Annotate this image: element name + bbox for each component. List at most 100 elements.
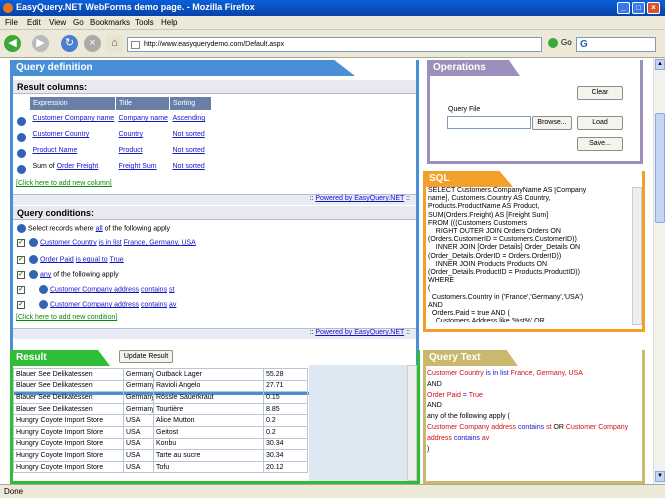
back-icon[interactable]: ◀	[4, 35, 21, 52]
result-cell: Geitost	[153, 425, 264, 439]
maximize-button[interactable]: □	[632, 2, 645, 14]
condition-menu-icon[interactable]	[39, 300, 48, 309]
close-button[interactable]: ×	[647, 2, 660, 14]
result-cell: 20.12	[263, 460, 308, 474]
menu-bookmarks[interactable]: Bookmarks	[90, 18, 130, 27]
condition-menu-icon[interactable]	[29, 238, 38, 247]
minimize-button[interactable]: _	[617, 2, 630, 14]
column-sorting[interactable]: Not sorted	[173, 163, 205, 170]
load-button[interactable]: Load	[577, 116, 623, 130]
column-row: Customer Country Country Not sorted	[30, 127, 212, 143]
result-scrollbar[interactable]	[407, 365, 417, 481]
scroll-down-icon[interactable]: ▼	[655, 471, 665, 482]
powered-by-link[interactable]: Powered by EasyQuery.NET	[315, 195, 404, 202]
condition-root: Select records where all of the followin…	[17, 224, 170, 233]
search-input[interactable]: G	[576, 37, 656, 52]
clear-button[interactable]: Clear	[577, 86, 623, 100]
query-text-panel: Query Text Customer Country is in list F…	[423, 350, 645, 484]
column-expression[interactable]: Order Freight	[57, 163, 99, 170]
query-text-fragment: OR	[551, 423, 566, 431]
menu-help[interactable]: Help	[161, 18, 177, 27]
column-expression[interactable]: Customer Country	[33, 131, 90, 138]
column-sorting[interactable]: Not sorted	[173, 147, 205, 154]
menu-edit[interactable]: Edit	[27, 18, 41, 27]
query-text-fragment: av	[481, 434, 490, 442]
result-cell: 0.2	[263, 414, 308, 427]
enabled-checkbox[interactable]: ✓	[17, 285, 25, 294]
result-cell: Hungry Coyote Import Store	[13, 460, 124, 474]
condition-menu-icon[interactable]	[29, 270, 38, 279]
column-menu-icon[interactable]	[17, 117, 26, 126]
scroll-thumb[interactable]	[655, 113, 665, 223]
column-expression[interactable]: Customer Company name	[33, 115, 115, 122]
result-cell: Rössle Sauerkraut	[153, 391, 264, 404]
column-header: Title	[115, 96, 170, 111]
url-input[interactable]: http://www.easyquerydemo.com/Default.asp…	[127, 37, 542, 52]
add-condition-link[interactable]: [Click here to add new condition]	[16, 314, 117, 321]
column-title[interactable]: Product	[119, 147, 143, 154]
forward-icon[interactable]: ▶	[32, 35, 49, 52]
column-menu-icon[interactable]	[17, 149, 26, 158]
browse-button[interactable]: Browse...	[532, 116, 572, 130]
result-cell: Konbu	[153, 437, 264, 451]
firefox-icon	[3, 3, 13, 13]
column-title[interactable]: Country	[119, 131, 144, 138]
query-file-input[interactable]	[447, 116, 531, 129]
query-text-fragment: )	[427, 445, 430, 453]
result-cell: Blauer See Delikatessen	[13, 402, 124, 416]
column-row: Customer Company name Company name Ascen…	[30, 111, 212, 127]
enabled-checkbox[interactable]: ✓	[17, 238, 25, 247]
stop-icon[interactable]: ×	[84, 35, 101, 52]
column-sorting[interactable]: Not sorted	[173, 131, 205, 138]
query-text-fragment: any of the following apply (	[427, 413, 510, 421]
sql-scrollbar[interactable]	[632, 187, 642, 325]
result-cell: Tofu	[153, 460, 264, 474]
query-text-body: Customer Country is in list France, Germ…	[427, 369, 637, 455]
scroll-up-icon[interactable]: ▲	[655, 59, 665, 70]
save-button[interactable]: Save...	[577, 137, 623, 151]
enabled-checkbox[interactable]: ✓	[17, 270, 25, 279]
window-titlebar: EasyQuery.NET WebForms demo page. - Mozi…	[0, 0, 665, 16]
result-cell: USA	[123, 449, 154, 462]
column-menu-icon[interactable]	[17, 165, 26, 174]
powered-by-bar: :: Powered by EasyQuery.NET ::	[13, 328, 416, 339]
result-cell: 0.15	[263, 391, 308, 404]
result-row: Blauer See Delikatessen Germany Rössle Sau…	[13, 391, 308, 404]
column-title[interactable]: Freight Sum	[119, 163, 157, 170]
menu-tools[interactable]: Tools	[135, 18, 154, 27]
result-cell: Hungry Coyote Import Store	[13, 449, 124, 462]
menu-file[interactable]: File	[5, 18, 18, 27]
home-icon[interactable]: ⌂	[106, 35, 123, 52]
query-definition-header: Query definition	[10, 60, 355, 76]
sql-textarea[interactable]: SELECT Customers.CompanyName AS [Company…	[428, 187, 630, 322]
result-cell: Tourtière	[153, 402, 264, 416]
column-menu-icon[interactable]	[17, 133, 26, 142]
sql-header: SQL	[423, 171, 513, 187]
menu-go[interactable]: Go	[73, 18, 84, 27]
powered-by-link[interactable]: Powered by EasyQuery.NET	[315, 329, 404, 336]
powered-by-bar: :: Powered by EasyQuery.NET ::	[13, 194, 416, 205]
column-title[interactable]: Company name	[119, 115, 168, 122]
condition-menu-icon[interactable]	[17, 224, 26, 233]
query-text-fragment: True	[468, 391, 483, 399]
go-button[interactable]: Go	[548, 38, 572, 48]
result-cell: Germany	[123, 379, 154, 393]
menu-view[interactable]: View	[49, 18, 66, 27]
reload-icon[interactable]: ↻	[61, 35, 78, 52]
query-text-fragment: contains	[451, 434, 482, 442]
enabled-checkbox[interactable]: ✓	[17, 255, 25, 264]
column-sorting[interactable]: Ascending	[173, 115, 206, 122]
go-icon	[548, 38, 558, 48]
link-type-all[interactable]: all	[96, 225, 103, 232]
column-expression[interactable]: Product Name	[33, 147, 78, 154]
update-result-button[interactable]: Update Result	[119, 350, 173, 363]
page-scrollbar[interactable]: ▲ ▼	[653, 58, 665, 484]
result-cell: Ravioli Angelo	[153, 379, 264, 393]
condition-menu-icon[interactable]	[29, 255, 38, 264]
add-column-link[interactable]: [Click here to add new column]	[16, 180, 112, 187]
navigation-toolbar: ◀ ▶ ↻ × ⌂ http://www.easyquerydemo.com/D…	[0, 30, 665, 58]
query-text-fragment: AND	[427, 402, 442, 410]
condition-menu-icon[interactable]	[39, 285, 48, 294]
query-definition-panel: Query definition Result columns: Express…	[10, 60, 419, 395]
enabled-checkbox[interactable]: ✓	[17, 300, 25, 309]
